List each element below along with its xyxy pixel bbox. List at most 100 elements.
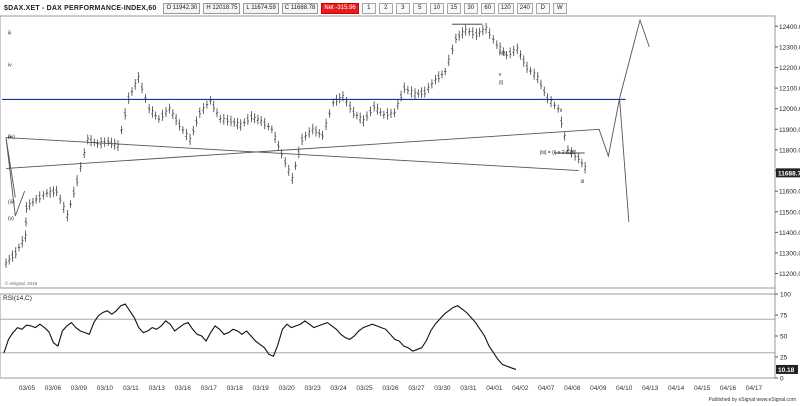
price-y-tick-label: 12200.00 xyxy=(779,65,800,72)
ohlc-bar xyxy=(505,50,508,60)
symbol-title: $DAX.XET - DAX PERFORMANCE-INDEX,60 xyxy=(4,4,157,12)
x-axis-label: 04/15 xyxy=(694,385,711,392)
ohlc-bar xyxy=(31,197,35,207)
quote-close: C 11688.78 xyxy=(281,2,319,14)
publisher-credit: Published by eSignal www.eSignal.com xyxy=(708,397,796,403)
ohlc-bar xyxy=(529,67,532,75)
ohlc-bar xyxy=(263,117,266,130)
ohlc-bar xyxy=(522,55,525,67)
ohlc-bar xyxy=(48,186,52,198)
tf-button-5[interactable]: 5 xyxy=(412,2,427,14)
ohlc-bar xyxy=(444,67,447,76)
ohlc-bar xyxy=(4,258,8,268)
ohlc-bar xyxy=(205,100,209,109)
ohlc-bar xyxy=(583,161,587,174)
tf-button-1[interactable]: 1 xyxy=(361,2,376,14)
ohlc-bar xyxy=(273,131,277,143)
ohlc-bar xyxy=(195,116,198,127)
ohlc-bar xyxy=(151,106,154,118)
ohlc-bar xyxy=(464,24,467,36)
ohlc-bar xyxy=(52,186,55,197)
ohlc-bar xyxy=(348,101,352,113)
price-y-tick-label: 11600.00 xyxy=(779,189,800,196)
tf-button-3[interactable]: 3 xyxy=(395,2,410,14)
ohlc-bar xyxy=(11,250,14,262)
tf-button-60[interactable]: 60 xyxy=(480,2,495,14)
tf-button-120[interactable]: 120 xyxy=(497,2,514,14)
ohlc-bar xyxy=(410,86,413,98)
ohlc-bar xyxy=(178,119,181,131)
ohlc-bar xyxy=(140,82,144,94)
ohlc-bar xyxy=(413,88,417,100)
ohlc-bar xyxy=(72,186,76,198)
ohlc-bar xyxy=(246,113,250,125)
x-axis-label: 04/02 xyxy=(512,385,529,392)
ohlc-bar xyxy=(457,30,461,41)
price-y-tick-label: 12400.00 xyxy=(779,24,800,31)
ohlc-bar xyxy=(577,152,580,164)
ohlc-bar xyxy=(451,44,454,55)
ohlc-bar xyxy=(423,86,426,98)
ohlc-bar xyxy=(226,114,229,126)
x-axis-label: 04/17 xyxy=(746,385,763,392)
ohlc-bar xyxy=(294,161,297,170)
ohlc-bar xyxy=(277,140,280,151)
price-panel-frame xyxy=(0,15,776,289)
chart-canvas: 11200.00 11300.00 11400.00 11500.00 11600.00… xyxy=(0,15,800,392)
ohlc-bar xyxy=(209,96,212,105)
ohlc-bar xyxy=(219,114,222,124)
ohlc-bar xyxy=(202,103,205,114)
wave-label: iii xyxy=(581,179,584,185)
tf-button-240[interactable]: 240 xyxy=(516,2,533,14)
ohlc-bar xyxy=(103,137,106,147)
ohlc-bar xyxy=(45,189,49,198)
ohlc-bar xyxy=(38,191,41,203)
ohlc-bar xyxy=(471,27,475,39)
x-axis-label: 03/13 xyxy=(149,385,166,392)
tf-button-d[interactable]: D xyxy=(535,2,550,14)
tf-button-30[interactable]: 30 xyxy=(463,2,478,14)
x-axis-label: 04/08 xyxy=(564,385,581,392)
x-axis-label: 03/19 xyxy=(253,385,270,392)
ohlc-bar xyxy=(127,92,130,104)
x-axis-label: 03/05 xyxy=(19,385,36,392)
ohlc-bar xyxy=(116,140,120,151)
x-axis-label: 03/20 xyxy=(278,385,295,392)
tf-button-15[interactable]: 15 xyxy=(446,2,461,14)
tf-button-10[interactable]: 10 xyxy=(429,2,444,14)
ohlc-bar xyxy=(239,119,242,131)
ohlc-bar xyxy=(86,134,90,145)
tf-button-2[interactable]: 2 xyxy=(378,2,393,14)
tf-button-w[interactable]: W xyxy=(552,2,567,14)
ohlc-bar xyxy=(130,87,134,96)
last-price-label: 11688.78 xyxy=(778,170,800,177)
x-axis-label: 04/13 xyxy=(642,385,659,392)
x-axis-label: 04/16 xyxy=(720,385,737,392)
x-axis-label: 03/06 xyxy=(45,385,62,392)
x-axis-label: 04/09 xyxy=(590,385,607,392)
ohlc-bar xyxy=(532,68,536,80)
ohlc-bar xyxy=(308,127,311,138)
ohlc-bar xyxy=(393,108,396,118)
rsi-panel-frame xyxy=(0,293,776,379)
x-axis-label: 03/27 xyxy=(408,385,425,392)
ohlc-bar xyxy=(468,27,471,36)
ohlc-bar xyxy=(89,135,93,147)
x-axis-label: 03/10 xyxy=(97,385,114,392)
x-axis-label: 04/07 xyxy=(538,385,555,392)
ohlc-bar xyxy=(546,93,549,104)
ohlc-bar xyxy=(525,61,529,73)
price-y-tick-label: 11300.00 xyxy=(779,250,800,257)
ohlc-bar xyxy=(543,86,546,97)
ohlc-bar xyxy=(75,174,79,187)
ohlc-bar xyxy=(403,82,406,94)
ohlc-bar xyxy=(188,133,192,146)
ohlc-bar xyxy=(314,125,318,137)
quote-open: O 11942.30 xyxy=(163,2,201,14)
ohlc-bar xyxy=(28,199,31,211)
ohlc-bar xyxy=(539,79,543,90)
ohlc-bar xyxy=(318,129,321,138)
ohlc-bar xyxy=(83,148,86,159)
ohlc-bar xyxy=(362,115,365,127)
ohlc-bar xyxy=(250,111,253,123)
